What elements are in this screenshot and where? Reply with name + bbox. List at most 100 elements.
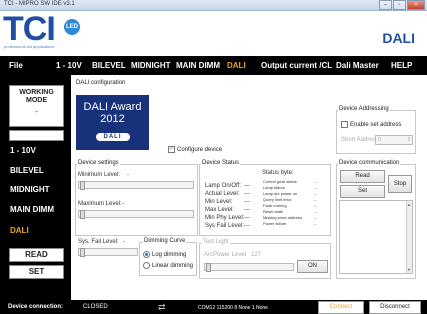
slider-thumb[interactable] (80, 181, 85, 190)
comm-set-button[interactable]: Set (340, 185, 385, 198)
log-scrollbar[interactable]: ▲ ▼ (406, 201, 412, 273)
menu-dali-master[interactable]: Dali Master (336, 61, 379, 70)
mode-selector[interactable] (9, 130, 64, 141)
slider-thumb[interactable] (80, 248, 85, 257)
actual-level-label: Actual Level: (205, 191, 240, 197)
status-fade-running: Fade running (263, 203, 287, 208)
product-title: DALI (382, 30, 415, 46)
status-power-failure-value: -- (314, 221, 317, 226)
slider-thumb[interactable] (206, 263, 211, 272)
menu-1-10v[interactable]: 1 - 10V (56, 61, 82, 70)
status-control-gear-value: -- (314, 179, 317, 184)
lamp-on-off-label: Lamp On/Off: (205, 183, 241, 189)
arc-power-label: ArcPower Level (204, 252, 247, 258)
window-title: TCI - MIPRO SW IDE v3.1 (4, 1, 75, 7)
set-button[interactable]: SET (9, 265, 64, 279)
stepper-arrows-icon[interactable]: ⇕ (407, 136, 411, 144)
max-level-status-value: --- (244, 207, 250, 213)
menu-help[interactable]: HELP (391, 61, 412, 70)
linear-dimming-radio[interactable]: Linear dimming (143, 262, 193, 269)
close-button[interactable]: × (407, 0, 425, 10)
test-light-on-button[interactable]: ON (297, 260, 328, 273)
arc-power-slider[interactable] (204, 263, 294, 272)
window-controls: – ▫ × (379, 0, 425, 10)
log-dimming-label: Log dimming (152, 251, 187, 258)
sidebar-item-1-10v[interactable]: 1 - 10V (10, 146, 36, 155)
max-level-status-label: Max Level: (205, 207, 235, 213)
scroll-up-icon[interactable]: ▲ (407, 202, 411, 207)
menu-bar: File 1 - 10V BILEVEL MIDNIGHT MAIN DIMM … (0, 56, 427, 75)
log-dimming-radio[interactable]: Log dimming (143, 251, 186, 258)
app-banner (0, 11, 427, 55)
device-status-title: Device Status (201, 160, 241, 166)
status-query-limit: Query limit error (263, 197, 292, 202)
configure-device-checkbox[interactable]: ✓ Configure device (168, 146, 222, 153)
sidebar-item-main-dimm[interactable]: MAIN DIMM (10, 205, 54, 214)
led-logo-icon: LED (64, 19, 80, 35)
dimming-curve-title: Dimming Curve (143, 238, 187, 244)
working-mode-label: WORKING MODE (19, 89, 54, 104)
sys-fail-status-value: --- (244, 223, 250, 229)
test-light-title: Test Light (202, 239, 230, 245)
min-level-value: - (127, 172, 129, 178)
scroll-down-icon[interactable]: ▼ (407, 267, 411, 272)
menu-main-dimm[interactable]: MAIN DIMM (176, 61, 220, 70)
min-phy-level-label: Min Phy Level: (205, 215, 245, 221)
menu-output-current[interactable]: Output current /CL (261, 61, 332, 70)
status-missing-short-value: -- (314, 215, 317, 220)
max-level-label: Maximum Level: (78, 201, 122, 207)
minimize-button[interactable]: – (379, 0, 392, 10)
tci-logo: TCI (3, 10, 56, 48)
checkbox-empty-icon (341, 121, 348, 128)
status-lamp-arc-power: Lamp arc power on (263, 191, 298, 196)
min-level-label: Minimum Level: (78, 172, 121, 178)
status-lamp-failure-value: -- (314, 185, 317, 190)
status-bar: Device connection: CLOSED ⇄ COM12 115200… (0, 300, 427, 314)
menu-bilevel[interactable]: BILEVEL (92, 61, 126, 70)
slider-thumb[interactable] (80, 210, 85, 219)
max-level-slider[interactable] (78, 210, 194, 219)
sidebar-item-dali[interactable]: DALI (10, 226, 29, 235)
comm-read-button[interactable]: Read (340, 170, 385, 183)
actual-level-value: --- (244, 191, 250, 197)
read-button[interactable]: READ (9, 248, 64, 262)
status-reset-state: Reset state (263, 209, 284, 214)
sys-fail-level-slider[interactable] (78, 248, 138, 257)
sys-fail-level-label: Sys. Fail Level: (78, 239, 119, 245)
device-settings-title: Device settings (77, 160, 120, 166)
device-addressing-title: Device Addressing (338, 106, 390, 112)
award-year: 2012 (100, 113, 125, 125)
award-title: DALI Award (83, 101, 142, 113)
enable-set-address-checkbox[interactable]: Enable set address (341, 121, 401, 128)
connect-button[interactable]: Connect (318, 301, 364, 314)
short-address-stepper[interactable]: 0 ⇕ (375, 135, 413, 145)
sidebar: WORKING MODE - 1 - 10V BILEVEL MIDNIGHT M… (0, 75, 71, 300)
comm-log-textarea[interactable]: ▲ ▼ (339, 200, 413, 274)
sidebar-item-bilevel[interactable]: BILEVEL (10, 166, 44, 175)
working-mode-value: - (35, 107, 38, 116)
status-lamp-arc-power-value: -- (314, 191, 317, 196)
menu-file[interactable]: File (9, 61, 23, 70)
radio-selected-icon (143, 251, 150, 258)
sidebar-item-midnight[interactable]: MIDNIGHT (10, 185, 50, 194)
min-level-slider[interactable] (78, 181, 194, 190)
dali-badge: DALI (95, 133, 130, 141)
max-level-value: - (122, 201, 124, 207)
comm-stop-button[interactable]: Stop (388, 175, 412, 193)
device-connection-value: CLOSED (83, 304, 108, 310)
disconnect-button[interactable]: Disconnect (369, 301, 421, 314)
device-communication-title: Device communication (338, 160, 401, 166)
short-address-value: 0 (378, 137, 381, 143)
menu-dali[interactable]: DALI (227, 61, 246, 70)
dali-award-image: DALI Award 2012 DALI (76, 95, 149, 150)
dimming-curve-group (139, 242, 197, 276)
dali-configuration-title: DALI configuration (76, 80, 126, 86)
port-info: COM12 115200 8 None 1 None (198, 305, 268, 311)
window-titlebar: TCI - MIPRO SW IDE v3.1 – ▫ × (0, 0, 427, 11)
working-mode-box: WORKING MODE - (9, 85, 64, 127)
lamp-on-off-value: --- (244, 183, 250, 189)
status-query-limit-value: -- (314, 197, 317, 202)
maximize-button[interactable]: ▫ (393, 0, 406, 10)
menu-midnight[interactable]: MIDNIGHT (131, 61, 171, 70)
status-fade-running-value: -- (314, 203, 317, 208)
